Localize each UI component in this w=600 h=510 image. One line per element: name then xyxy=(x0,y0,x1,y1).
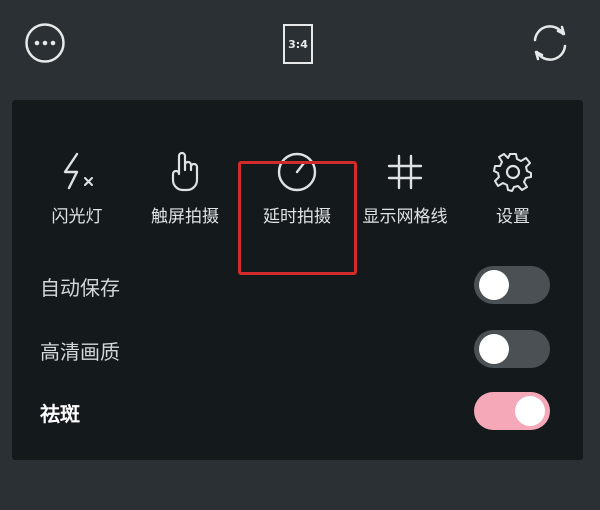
flash-button[interactable]: 闪光灯 xyxy=(22,140,132,227)
more-button[interactable] xyxy=(24,22,66,64)
camera-flip-button[interactable] xyxy=(526,20,574,66)
touch-shoot-label: 触屏拍摄 xyxy=(151,207,219,227)
show-grid-button[interactable]: 显示网格线 xyxy=(350,140,460,227)
toggle-knob xyxy=(515,396,545,426)
more-horizontal-icon xyxy=(25,23,65,63)
flash-label: 闪光灯 xyxy=(51,207,103,227)
toggle-knob xyxy=(479,270,509,300)
auto-save-label: 自动保存 xyxy=(40,276,120,300)
show-grid-label: 显示网格线 xyxy=(362,207,448,227)
hd-quality-label: 高清画质 xyxy=(40,340,120,364)
auto-save-row: 自动保存 xyxy=(12,260,583,310)
hd-quality-toggle[interactable] xyxy=(474,330,550,368)
tool-row: 闪光灯 触屏拍摄 延时拍摄 显示网格线 设置 xyxy=(12,140,583,275)
blemish-removal-toggle[interactable] xyxy=(474,392,550,430)
hd-quality-row: 高清画质 xyxy=(12,324,583,374)
auto-save-toggle[interactable] xyxy=(474,266,550,304)
touch-shoot-button[interactable]: 触屏拍摄 xyxy=(130,140,240,227)
blemish-removal-label: 祛斑 xyxy=(40,402,80,426)
camera-flip-icon xyxy=(533,25,567,61)
aspect-ratio-value: 3:4 xyxy=(283,24,313,64)
grid-icon xyxy=(387,154,423,190)
settings-button[interactable]: 设置 xyxy=(458,140,568,227)
settings-label: 设置 xyxy=(496,207,530,227)
gear-icon xyxy=(493,153,532,192)
timer-highlight-box xyxy=(238,161,357,275)
touch-hand-icon xyxy=(171,151,199,192)
blemish-removal-row: 祛斑 xyxy=(12,386,583,436)
aspect-ratio-button[interactable]: 3:4 xyxy=(280,22,316,66)
camera-options-panel: 闪光灯 触屏拍摄 延时拍摄 显示网格线 设置 自动保存 高清画质 祛斑 xyxy=(12,100,583,460)
flash-off-icon xyxy=(63,152,93,190)
top-toolbar: 3:4 xyxy=(0,0,600,90)
toggle-knob xyxy=(479,334,509,364)
